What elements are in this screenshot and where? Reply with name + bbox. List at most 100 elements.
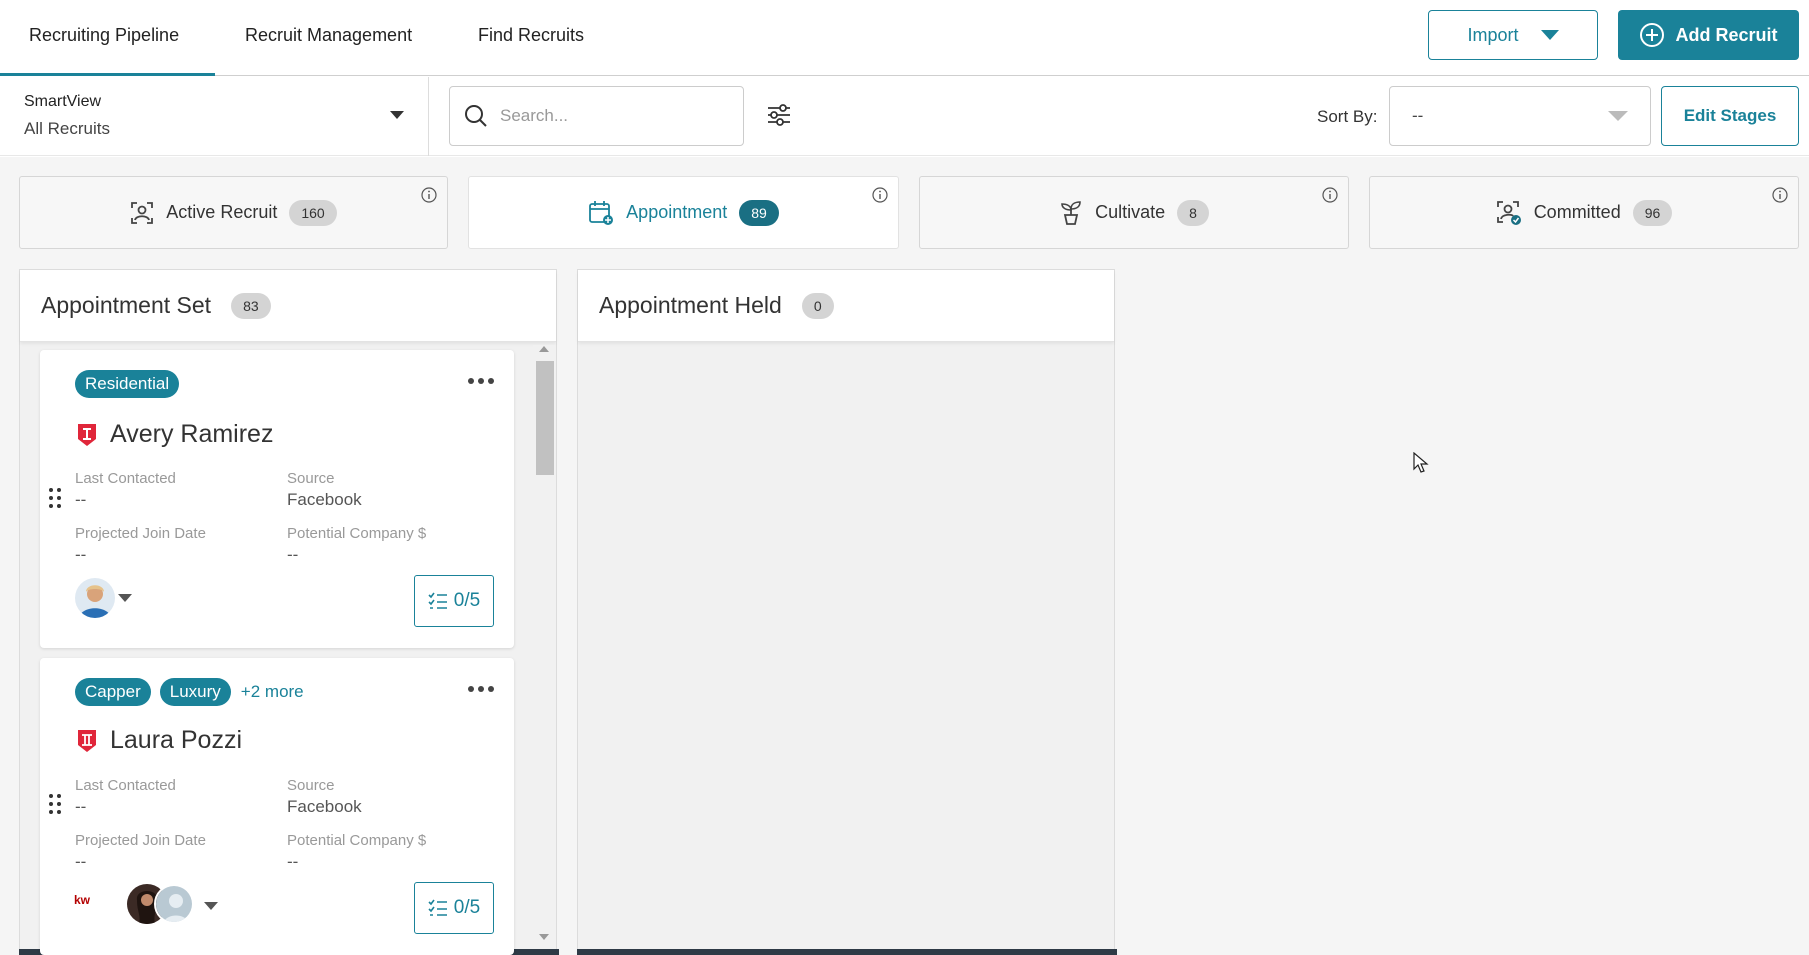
column-title: Appointment Held [599,292,782,318]
caret-down-icon [1608,111,1628,121]
recruit-card[interactable]: Capper Luxury +2 more Laura Pozzi Last C… [40,658,514,955]
stage-count-badge: 8 [1177,199,1209,226]
recruit-name[interactable]: Laura Pozzi [110,726,242,755]
column-header: Appointment Held 0 [578,270,1114,342]
stage-tab-cultivate[interactable]: Cultivate 8 [919,176,1349,249]
column-count-badge: 0 [801,292,834,319]
company-logo-text: kw [74,893,91,907]
import-label: Import [1467,24,1519,45]
more-options-icon[interactable] [468,686,494,692]
shield-badge-icon [78,423,96,446]
checklist-progress: 0/5 [453,897,481,918]
stage-label: Cultivate [1095,202,1166,222]
smartview-value: All Recruits [24,119,110,138]
scroll-down-arrow-icon[interactable] [539,934,549,940]
projected-join-date-label: Projected Join Date [75,832,206,849]
more-options-icon[interactable] [468,378,494,384]
plant-icon [1061,200,1081,225]
potential-company-label: Potential Company $ [287,525,427,542]
projected-join-date-value: -- [75,852,87,871]
shield-badge-icon [78,729,96,752]
search-placeholder: Search... [500,106,569,125]
scroll-up-arrow-icon[interactable] [539,346,549,352]
drag-handle-icon[interactable] [49,488,61,508]
checklist-icon [428,899,447,916]
sort-by-select[interactable]: -- [1389,86,1651,146]
potential-company-value: -- [287,852,299,871]
stage-count-badge: 96 [1632,199,1673,226]
drag-handle-icon[interactable] [49,794,61,814]
plus-circle-icon [1640,23,1665,47]
mouse-cursor-icon [1413,452,1429,473]
tag-chip[interactable]: Capper [75,678,151,706]
person-scan-icon [131,201,154,224]
column-count-badge: 83 [231,292,271,319]
last-contacted-value: -- [75,797,87,816]
recruit-card[interactable]: Residential Avery Ramirez Last Contacted… [40,350,514,648]
info-icon[interactable] [421,187,437,203]
recruit-name-row: Laura Pozzi [76,726,242,755]
tab-recruiting-pipeline[interactable]: Recruiting Pipeline [0,0,215,76]
import-button[interactable]: Import [1428,10,1598,60]
info-icon[interactable] [1772,187,1788,203]
last-contacted-label: Last Contacted [75,470,176,487]
column-header: Appointment Set 83 [20,270,556,342]
stage-count-badge: 89 [739,199,779,226]
add-recruit-label: Add Recruit [1675,24,1778,45]
more-tags-link[interactable]: +2 more [241,682,304,702]
smartview-dropdown[interactable]: SmartView All Recruits [0,77,429,156]
source-value: Facebook [287,797,362,816]
caret-down-icon [390,111,404,119]
stage-count-badge: 160 [289,199,337,226]
column-title: Appointment Set [41,292,212,318]
stage-label: Active Recruit [166,202,278,222]
caret-down-icon[interactable] [204,902,218,910]
tag-chip[interactable]: Luxury [159,678,231,706]
checklist-button[interactable]: 0/5 [414,882,494,934]
projected-join-date-value: -- [75,545,87,564]
source-value: Facebook [287,490,362,509]
recruit-name[interactable]: Avery Ramirez [110,420,273,449]
top-nav: Recruiting Pipeline Recruit Management F… [0,0,1809,76]
stage-label: Committed [1533,202,1621,222]
source-label: Source [287,777,335,794]
checklist-progress: 0/5 [453,590,481,611]
tag-list: Residential [75,370,180,398]
recruit-name-row: Avery Ramirez [76,420,273,449]
stage-tab-appointment[interactable]: Appointment 89 [468,176,899,249]
caret-down-icon[interactable] [118,594,132,602]
calendar-add-icon [589,200,614,225]
add-recruit-button[interactable]: Add Recruit [1618,10,1799,60]
potential-company-value: -- [287,545,299,564]
last-contacted-value: -- [75,490,87,509]
edit-stages-button[interactable]: Edit Stages [1661,86,1799,146]
stage-tab-committed[interactable]: Committed 96 [1369,176,1799,249]
tab-recruit-management[interactable]: Recruit Management [216,0,441,76]
potential-company-label: Potential Company $ [287,832,427,849]
scrollbar-thumb[interactable] [536,361,554,475]
checklist-button[interactable]: 0/5 [414,575,494,627]
info-icon[interactable] [1322,187,1338,203]
tag-chip[interactable]: Residential [75,370,180,398]
tag-list: Capper Luxury +2 more [75,678,304,706]
search-icon [465,105,487,127]
sort-by-label: Sort By: [1317,107,1378,126]
person-check-icon [1496,200,1521,225]
caret-down-icon [1540,30,1559,40]
last-contacted-label: Last Contacted [75,777,176,794]
company-logo: kw [74,893,114,917]
filter-sliders-icon[interactable] [766,102,792,128]
stage-tab-active-recruit[interactable]: Active Recruit 160 [19,176,448,249]
smartview-title: SmartView [24,93,102,110]
checklist-icon [428,592,447,609]
filter-bar: SmartView All Recruits Search... Sort By… [0,77,1809,156]
tab-find-recruits[interactable]: Find Recruits [449,0,613,76]
sort-by-value: -- [1412,106,1424,125]
source-label: Source [287,470,335,487]
avatar-placeholder[interactable] [154,884,194,924]
info-icon[interactable] [872,187,888,203]
avatar[interactable] [75,578,115,618]
projected-join-date-label: Projected Join Date [75,525,206,542]
column-appointment-held: Appointment Held 0 [577,269,1117,955]
search-input[interactable]: Search... [449,86,744,146]
